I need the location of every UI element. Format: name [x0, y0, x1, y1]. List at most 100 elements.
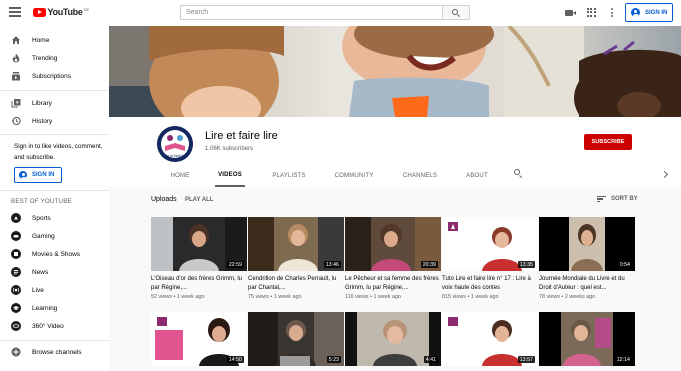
channel-name: Lire et faire lire	[205, 130, 278, 142]
subscriptions-icon	[11, 71, 21, 81]
video-card[interactable]: 20:39 Le Pêcheur et sa femme des frères …	[345, 217, 441, 300]
video-thumbnail[interactable]: 4:41	[345, 312, 441, 366]
sidebar-item-trending[interactable]: Trending	[0, 49, 109, 67]
apps-icon[interactable]	[587, 8, 596, 17]
channel-header: Lire et faire lire Lire et faire lire 1.…	[109, 117, 681, 187]
video-card[interactable]: 13:46 Cendrillon de Charles Perrault, lu…	[248, 217, 344, 300]
sidebar-item-learning[interactable]: Learning	[0, 299, 109, 317]
chevron-right-icon[interactable]	[660, 170, 669, 179]
video-card[interactable]: 12:14	[539, 312, 635, 366]
sidebar-item-label: Learning	[32, 304, 58, 312]
more-options-icon[interactable]	[611, 8, 613, 17]
upload-age: 1 week ago	[373, 293, 402, 300]
video-duration: 4:41	[423, 356, 438, 363]
play-all-button[interactable]: PLAY ALL	[185, 197, 213, 203]
home-icon	[11, 35, 21, 45]
trending-icon	[11, 53, 21, 63]
video-thumbnail[interactable]: 12:14	[539, 312, 635, 366]
youtube-play-icon	[33, 7, 46, 17]
masthead: YouTube DE Search SIGN IN	[0, 0, 681, 26]
video-card[interactable]: 14:50	[151, 312, 247, 366]
video-duration: 13:35	[517, 261, 535, 268]
tab-home[interactable]: HOME	[167, 164, 193, 187]
create-video-icon[interactable]	[565, 10, 576, 16]
sidebar-item-label: Subscriptions	[32, 72, 72, 80]
video-title[interactable]: Cendrillon de Charles Perrault, lu par C…	[248, 275, 344, 292]
video-thumbnail[interactable]: 14:50	[151, 312, 247, 366]
signin-label: SIGN IN	[645, 9, 668, 16]
video-thumbnail[interactable]: 13:35	[442, 217, 538, 271]
video-card[interactable]: 13:57	[442, 312, 538, 366]
sidebar-item-subscriptions[interactable]: Subscriptions	[0, 67, 109, 85]
video-thumbnail[interactable]: 13:46	[248, 217, 344, 271]
sidebar-item-live[interactable]: Live	[0, 281, 109, 299]
video-meta: 75 views • 1 week ago	[248, 293, 302, 300]
video-duration: 13:46	[323, 261, 341, 268]
video-thumbnail[interactable]: 22:59	[151, 217, 247, 271]
video-title[interactable]: Journée Mondiale du Livre et du Droit d'…	[539, 275, 635, 292]
tab-about[interactable]: ABOUT	[463, 164, 491, 187]
signin-label: SIGN IN	[32, 172, 55, 178]
uploads-heading[interactable]: Uploads	[151, 196, 177, 203]
gaming-icon	[11, 231, 21, 241]
video-card[interactable]: 4:41	[345, 312, 441, 366]
search-input[interactable]: Search	[180, 5, 442, 20]
library-icon	[11, 98, 21, 108]
video-thumbnail[interactable]: 13:57	[442, 312, 538, 366]
tab-videos[interactable]: VIDEOS	[215, 164, 245, 187]
video-duration: 20:39	[420, 261, 438, 268]
sidebar-item-label: 360° Video	[32, 322, 64, 330]
sidebar-item-library[interactable]: Library	[0, 94, 109, 112]
sidebar-item-browse-channels[interactable]: Browse channels	[0, 343, 109, 361]
tab-playlists[interactable]: PLAYLISTS	[270, 164, 308, 187]
sidebar-divider	[0, 90, 109, 91]
sidebar-item-gaming[interactable]: Gaming	[0, 227, 109, 245]
video-card[interactable]: 5:23	[248, 312, 344, 366]
channel-avatar[interactable]: Lire et faire lire	[157, 126, 193, 162]
sidebar-item-home[interactable]: Home	[0, 31, 109, 49]
video-title[interactable]: Tuto Lire et faire lire n° 17 : Lire à v…	[442, 275, 538, 292]
tab-community[interactable]: COMMUNITY	[332, 164, 376, 187]
video-duration: 0:54	[617, 261, 632, 268]
menu-icon[interactable]	[9, 7, 21, 17]
sidebar: Home Trending Subscriptions Library Hist…	[0, 26, 109, 371]
youtube-logo[interactable]: YouTube DE	[33, 7, 89, 17]
upload-age: 1 week ago	[470, 293, 499, 300]
view-count: 116 views	[345, 293, 369, 300]
sidebar-item-movies-shows[interactable]: Movies & Shows	[0, 245, 109, 263]
video-thumbnail[interactable]: 20:39	[345, 217, 441, 271]
sidebar-divider	[0, 190, 109, 191]
learning-icon	[11, 303, 21, 313]
sidebar-item-label: Sports	[32, 214, 51, 222]
logo-country-code: DE	[83, 7, 90, 12]
channel-search-icon[interactable]	[514, 169, 520, 175]
video-duration: 5:23	[326, 356, 341, 363]
video-thumbnail[interactable]: 5:23	[248, 312, 344, 366]
sidebar-item-label: Gaming	[32, 232, 55, 240]
video-title[interactable]: Le Pêcheur et sa femme des frères Grimm,…	[345, 275, 441, 292]
sidebar-item-history[interactable]: History	[0, 112, 109, 130]
search-button[interactable]	[442, 5, 470, 20]
subscribe-button[interactable]: SUBSCRIBE	[584, 134, 632, 150]
view-count: 815 views	[442, 293, 466, 300]
video-card[interactable]: 0:54 Journée Mondiale du Livre et du Dro…	[539, 217, 635, 300]
sidebar-item-360-video[interactable]: 360° Video	[0, 317, 109, 335]
video-card[interactable]: 22:59 L'Oiseau d'or des frères Grimm, lu…	[151, 217, 247, 300]
sort-by-button[interactable]: SORT BY	[597, 196, 638, 203]
video-card[interactable]: 13:35 Tuto Lire et faire lire n° 17 : Li…	[442, 217, 538, 300]
upload-age: 2 weeks ago	[564, 293, 596, 300]
news-icon	[11, 267, 21, 277]
view-count: 75 views	[248, 293, 269, 300]
video-meta: 815 views • 1 week ago	[442, 293, 499, 300]
signin-button-top[interactable]: SIGN IN	[625, 3, 673, 22]
tab-channels[interactable]: CHANNELS	[400, 164, 440, 187]
signin-button-sidebar[interactable]: SIGN IN	[14, 167, 62, 183]
video-thumbnail[interactable]: 0:54	[539, 217, 635, 271]
channel-banner	[109, 26, 681, 117]
sidebar-item-news[interactable]: News	[0, 263, 109, 281]
avatar-logo-text: Lire et faire lire	[164, 154, 187, 158]
video-title[interactable]: L'Oiseau d'or des frères Grimm, lu par R…	[151, 275, 247, 292]
sidebar-item-sports[interactable]: Sports	[0, 209, 109, 227]
sidebar-item-label: Library	[32, 99, 52, 107]
video-duration: 22:59	[226, 261, 244, 268]
